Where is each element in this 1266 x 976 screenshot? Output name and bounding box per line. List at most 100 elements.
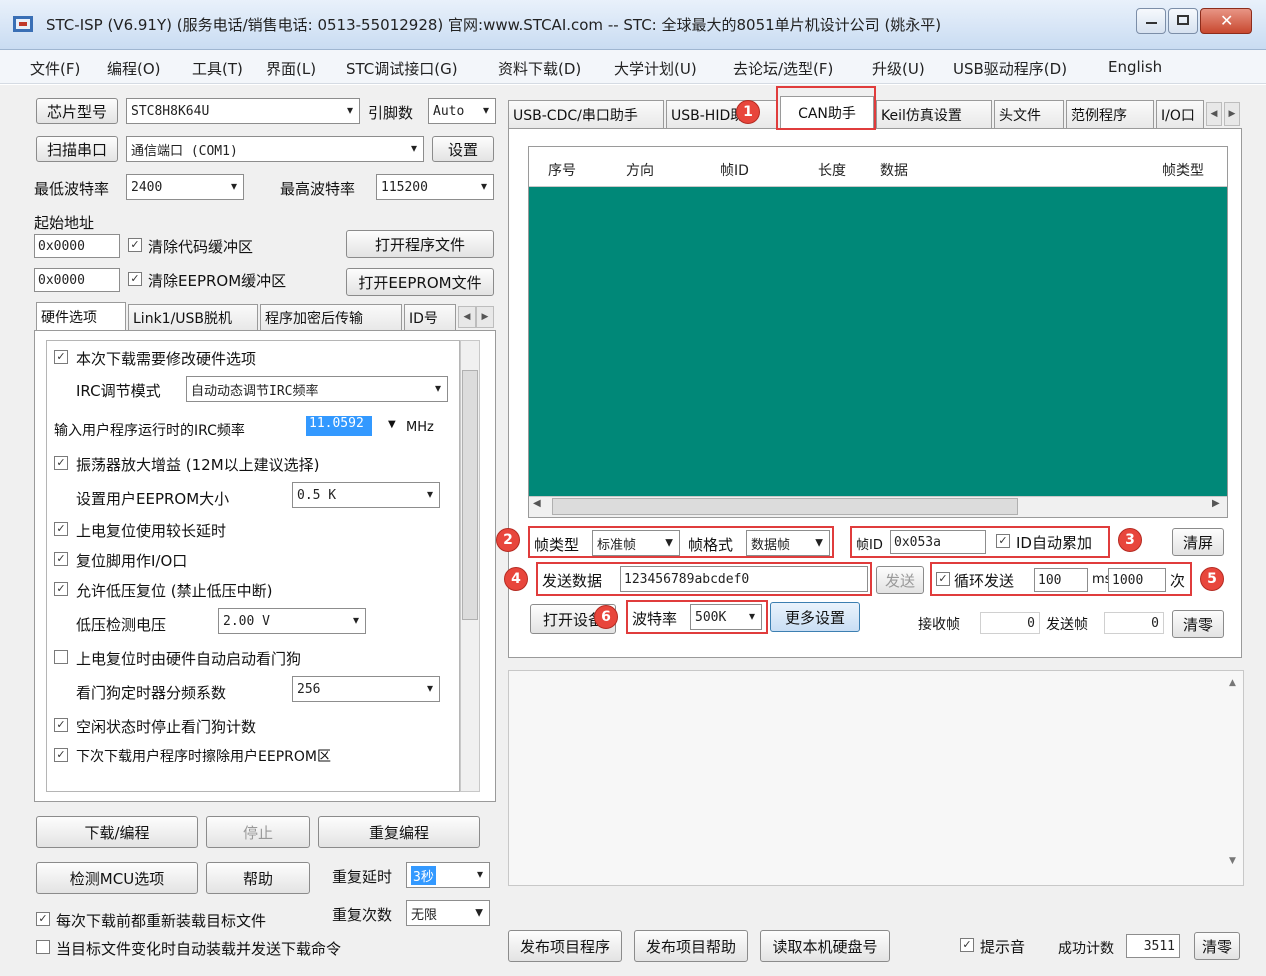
opt3-checkbox[interactable]: ✓ xyxy=(54,522,68,536)
tab-hardware-options[interactable]: 硬件选项 xyxy=(36,302,126,330)
open-eeprom-button[interactable]: 打开EEPROM文件 xyxy=(346,268,494,296)
menu-program[interactable]: 编程(O) xyxy=(107,58,161,79)
lvd-label: 低压检测电压 xyxy=(76,616,167,634)
send-data-input[interactable]: 123456789abcdef0 xyxy=(620,566,868,592)
clear-count-button[interactable]: 清零 xyxy=(1172,610,1224,638)
menu-forum[interactable]: 去论坛/选型(F) xyxy=(733,58,833,79)
minimize-button[interactable] xyxy=(1136,8,1166,34)
grid-hscroll-thumb[interactable] xyxy=(552,498,1018,515)
check-mcu-button[interactable]: 检测MCU选项 xyxy=(36,862,198,894)
more-settings-button[interactable]: 更多设置 xyxy=(770,602,860,632)
tab-examples[interactable]: 范例程序 xyxy=(1066,100,1154,128)
menu-university[interactable]: 大学计划(U) xyxy=(614,58,697,79)
scroll-up-icon[interactable]: ▲ xyxy=(1229,678,1236,688)
loop-count-input[interactable]: 1000 xyxy=(1108,568,1166,592)
code-address-input[interactable]: 0x0000 xyxy=(34,234,120,258)
opt7-checkbox[interactable]: ✓ xyxy=(54,718,68,732)
clear-screen-button[interactable]: 清屏 xyxy=(1172,528,1224,556)
max-baud-label: 最高波特率 xyxy=(280,180,356,198)
min-baud-select[interactable]: 2400 ▼ xyxy=(126,174,244,200)
tab-scroll-left-icon[interactable]: ◀ xyxy=(1206,102,1222,126)
scroll-left-icon[interactable]: ◀ xyxy=(533,498,541,509)
open-program-button[interactable]: 打开程序文件 xyxy=(346,230,494,258)
lvd-select[interactable]: 2.00 V ▼ xyxy=(218,608,366,634)
publish-help-button[interactable]: 发布项目帮助 xyxy=(634,930,748,962)
pins-select[interactable]: Auto ▼ xyxy=(428,98,496,124)
can-frame-grid[interactable] xyxy=(528,146,1228,518)
retry-delay-select[interactable]: 3秒 ▼ xyxy=(406,862,490,888)
irc-mode-label: IRC调节模式 xyxy=(76,382,161,400)
tab-io[interactable]: I/O口 xyxy=(1156,100,1204,128)
tab-header-file[interactable]: 头文件 xyxy=(994,100,1064,128)
beep-checkbox[interactable]: ✓ xyxy=(960,938,974,952)
chevron-down-icon[interactable]: ▼ xyxy=(388,419,396,430)
help-button[interactable]: 帮助 xyxy=(206,862,310,894)
tab-link1-usb[interactable]: Link1/USB脱机 xyxy=(128,304,258,330)
wdt-select[interactable]: 256 ▼ xyxy=(292,676,440,702)
eeprom-address-input[interactable]: 0x0000 xyxy=(34,268,120,292)
scan-port-button[interactable]: 扫描串口 xyxy=(36,136,118,162)
tab-id[interactable]: ID号 xyxy=(404,304,456,330)
opt1-checkbox[interactable]: ✓ xyxy=(54,350,68,364)
tab-scroll-right-icon[interactable]: ▶ xyxy=(476,306,494,328)
id-auto-checkbox[interactable]: ✓ xyxy=(996,534,1010,548)
opt2-checkbox[interactable]: ✓ xyxy=(54,456,68,470)
opt4-checkbox[interactable]: ✓ xyxy=(54,552,68,566)
opt1-label: 本次下载需要修改硬件选项 xyxy=(76,350,257,368)
tab-keil[interactable]: Keil仿真设置 xyxy=(876,100,992,128)
chip-model-select[interactable]: STC8H8K64U ▼ xyxy=(126,98,360,124)
menu-file[interactable]: 文件(F) xyxy=(30,58,80,79)
tab-usb-cdc[interactable]: USB-CDC/串口助手 xyxy=(508,100,664,128)
clear-eeprom-checkbox[interactable]: ✓ xyxy=(128,272,142,286)
stop-button[interactable]: 停止 xyxy=(206,816,310,848)
tab-encrypt[interactable]: 程序加密后传输 xyxy=(260,304,402,330)
loop-interval-input[interactable]: 100 xyxy=(1034,568,1088,592)
opt5-checkbox[interactable]: ✓ xyxy=(54,582,68,596)
frame-id-input[interactable]: 0x053a xyxy=(890,530,986,554)
tab-scroll-right-icon[interactable]: ▶ xyxy=(1224,102,1240,126)
maximize-button[interactable] xyxy=(1168,8,1198,34)
max-baud-select[interactable]: 115200 ▼ xyxy=(376,174,494,200)
menu-usb-driver[interactable]: USB驱动程序(D) xyxy=(953,58,1067,79)
tab-usb-hid[interactable]: USB-HID助手 xyxy=(666,100,778,128)
reload-checkbox[interactable]: ✓ xyxy=(36,912,50,926)
loop-send-label: 循环发送 xyxy=(954,572,1015,590)
eeprom-size-select[interactable]: 0.5 K ▼ xyxy=(292,482,440,508)
loop-send-checkbox[interactable]: ✓ xyxy=(936,572,950,586)
download-button[interactable]: 下载/编程 xyxy=(36,816,198,848)
port-settings-button[interactable]: 设置 xyxy=(432,136,494,162)
opt6-checkbox[interactable] xyxy=(54,650,68,664)
opt8-label: 下次下载用户程序时擦除用户EEPROM区 xyxy=(76,749,331,765)
menu-download[interactable]: 资料下载(D) xyxy=(498,58,581,79)
menu-tools[interactable]: 工具(T) xyxy=(192,58,243,79)
menu-debug[interactable]: STC调试接口(G) xyxy=(346,58,458,79)
send-button[interactable]: 发送 xyxy=(876,566,924,594)
baud-select[interactable]: 500K ▼ xyxy=(690,604,762,630)
opt8-checkbox[interactable]: ✓ xyxy=(54,748,68,762)
clear-success-button[interactable]: 清零 xyxy=(1194,932,1240,960)
reprogram-button[interactable]: 重复编程 xyxy=(318,816,480,848)
output-log[interactable] xyxy=(508,670,1244,886)
tab-can-helper[interactable]: CAN助手 xyxy=(780,96,874,128)
auto-load-checkbox[interactable] xyxy=(36,940,50,954)
menu-upgrade[interactable]: 升级(U) xyxy=(872,58,925,79)
menu-interface[interactable]: 界面(L) xyxy=(266,58,316,79)
frame-type-select[interactable]: 标准帧 ▼ xyxy=(592,530,680,556)
tab-scroll-left-icon[interactable]: ◀ xyxy=(458,306,476,328)
scroll-right-icon[interactable]: ▶ xyxy=(1212,498,1220,509)
port-select[interactable]: 通信端口 (COM1) ▼ xyxy=(126,136,424,162)
clear-code-checkbox[interactable]: ✓ xyxy=(128,238,142,252)
menu-english[interactable]: English xyxy=(1108,58,1162,76)
id-auto-label: ID自动累加 xyxy=(1016,534,1092,552)
options-scroll-thumb[interactable] xyxy=(462,370,478,620)
frame-format-select[interactable]: 数据帧 ▼ xyxy=(746,530,830,556)
retry-count-select[interactable]: 无限 ▼ xyxy=(406,900,490,926)
log-scrollbar[interactable] xyxy=(1228,674,1242,882)
publish-program-button[interactable]: 发布项目程序 xyxy=(508,930,622,962)
tx-frames-label: 发送帧 xyxy=(1046,617,1088,633)
irc-freq-input[interactable]: 11.0592 xyxy=(306,416,372,436)
irc-mode-select[interactable]: 自动动态调节IRC频率 ▼ xyxy=(186,376,448,402)
read-serial-button[interactable]: 读取本机硬盘号 xyxy=(760,930,890,962)
close-button[interactable]: ✕ xyxy=(1200,8,1252,34)
scroll-down-icon[interactable]: ▼ xyxy=(1229,856,1236,866)
